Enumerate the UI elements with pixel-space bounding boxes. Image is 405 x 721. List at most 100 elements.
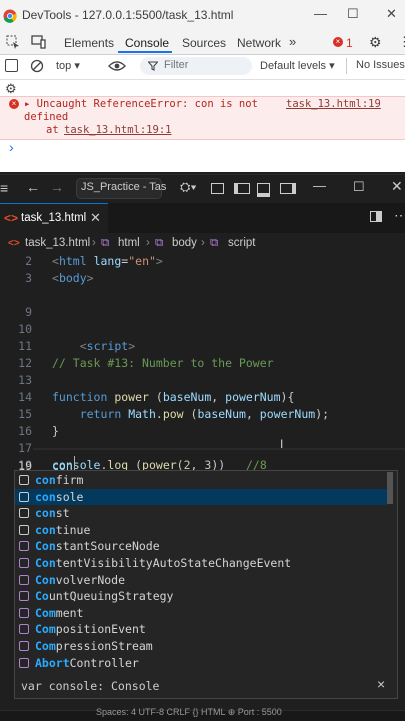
console-prompt[interactable]: ›	[9, 139, 14, 155]
suggestion-match: Con	[35, 539, 56, 554]
suggest-scrollbar[interactable]	[387, 472, 393, 504]
breadcrumb-file[interactable]: task_13.html	[25, 237, 90, 249]
editor-more-icon[interactable]: ⋯	[394, 207, 405, 224]
vscode-title-bar: ≡ ← → ⛭▾ — ☐ ✕	[0, 174, 405, 203]
line-number: 9	[25, 305, 32, 319]
console-toolbar: top ▾ Filter Default levels ▾ No Issues	[0, 55, 405, 80]
vscode-close-icon[interactable]: ✕	[391, 178, 403, 195]
log-levels-dropdown[interactable]: Default levels ▾	[260, 59, 335, 72]
stack-link[interactable]: task_13.html:19:1	[64, 124, 171, 136]
tab-task-13[interactable]: <> task_13.html ✕	[0, 203, 108, 234]
console-settings-icon[interactable]: ⚙	[5, 81, 17, 97]
variable-icon	[19, 541, 29, 552]
back-arrow-icon[interactable]: ←	[26, 179, 40, 195]
suggestion-rest: sole	[55, 489, 84, 504]
layout-icon[interactable]	[211, 183, 224, 194]
keyword-icon	[19, 475, 29, 485]
variable-icon	[19, 591, 29, 602]
suggestion-match: Com	[35, 639, 56, 653]
error-source-link[interactable]: task_13.html:19	[286, 98, 381, 110]
tab-sources[interactable]: Sources	[182, 36, 226, 50]
toggle-panel-icon[interactable]	[257, 183, 270, 197]
breadcrumb: <> task_13.html › ⧉ html › ⧉ body › ⧉ sc…	[0, 234, 405, 254]
suggestion-match: Abort	[35, 655, 70, 670]
suggestion-item[interactable]: ConvolverNode	[15, 572, 387, 589]
tab-network[interactable]: Network	[237, 36, 281, 50]
split-editor-icon[interactable]	[370, 211, 382, 222]
suggestion-match: con	[35, 506, 56, 521]
suggestion-item[interactable]: ConstantSourceNode	[15, 538, 387, 555]
suggest-widget: confirm console const continue ConstantSourc…	[14, 470, 398, 676]
suggestion-rest: st	[55, 506, 70, 521]
settings-gear-icon[interactable]: ⚙	[369, 34, 382, 51]
suggestion-item[interactable]: CountQueuingStrategy	[15, 588, 387, 605]
keyword-icon	[19, 491, 29, 502]
code-line: // Task #13: Number to the Power	[52, 356, 274, 370]
variable-icon	[19, 641, 29, 651]
code-line: }	[52, 424, 59, 438]
suggestion-label: CompositionEvent	[35, 622, 146, 636]
tab-close-icon[interactable]: ✕	[90, 210, 101, 226]
maximize-icon[interactable]: ☐	[347, 6, 359, 22]
variable-icon	[19, 558, 29, 568]
suggestion-label: ContentVisibilityAutoStateChangeEvent	[35, 556, 291, 570]
suggestion-rest: pressionStream	[55, 639, 153, 653]
filter-input[interactable]: Filter	[140, 57, 252, 75]
vscode-maximize-icon[interactable]: ☐	[353, 179, 365, 195]
more-options-icon[interactable]: ⋮	[398, 34, 405, 50]
toggle-primary-sidebar-icon[interactable]	[234, 183, 250, 194]
error-text[interactable]: ▸ Uncaught ReferenceError: con is not	[24, 98, 258, 110]
copilot-icon[interactable]: ⛭▾	[180, 179, 197, 195]
error-count[interactable]: 1	[346, 36, 353, 50]
suggestion-item[interactable]: AbortController	[15, 655, 387, 672]
suggestion-item[interactable]: CompressionStream	[15, 638, 387, 655]
suggestion-item[interactable]: const	[15, 505, 387, 522]
toolbar-divider	[346, 58, 347, 74]
suggestion-item[interactable]: confirm	[15, 472, 387, 489]
suggestion-rest: Controller	[69, 655, 139, 670]
breadcrumb-html[interactable]: html	[118, 237, 140, 249]
command-center-search[interactable]: JS_Practice - Tas	[76, 178, 166, 199]
suggestion-item[interactable]: continue	[15, 522, 387, 539]
suggestion-item[interactable]: console	[15, 488, 387, 506]
code-line: function power (baseNum, powerNum){	[52, 390, 295, 404]
suggestion-match: Com	[35, 622, 56, 637]
error-badge-icon[interactable]: ×	[333, 37, 343, 47]
vscode-minimize-icon[interactable]: —	[313, 178, 326, 193]
sidebar-toggle-icon[interactable]	[5, 59, 18, 72]
device-toolbar-icon[interactable]	[31, 35, 46, 49]
variable-icon	[19, 607, 29, 618]
breadcrumb-script[interactable]: script	[228, 237, 255, 249]
line-number: 11	[18, 339, 32, 353]
suggestion-label: AbortController	[35, 656, 139, 670]
suggestion-match: Co	[35, 589, 49, 604]
suggestion-rest: tentVisibilityAutoStateChangeEvent	[55, 556, 292, 570]
eye-icon[interactable]	[108, 60, 126, 72]
menu-icon[interactable]: ≡	[0, 180, 8, 196]
suggestion-rest: positionEvent	[55, 622, 146, 637]
breadcrumb-body[interactable]: body	[172, 237, 197, 249]
suggestion-item[interactable]: CompositionEvent	[15, 621, 387, 638]
minimize-icon[interactable]: —	[314, 6, 327, 21]
element-icon: ⧉	[101, 237, 110, 249]
inspect-element-icon[interactable]	[6, 35, 20, 49]
issues-counter[interactable]: No Issues	[356, 59, 405, 71]
suggestion-item[interactable]: ContentVisibilityAutoStateChangeEvent	[15, 555, 387, 572]
forward-arrow-icon[interactable]: →	[50, 179, 64, 195]
chevron-right-icon: ›	[146, 237, 150, 249]
suggestion-label: continue	[35, 523, 90, 537]
context-selector[interactable]: top ▾	[56, 59, 80, 72]
line-number: 15	[18, 407, 32, 421]
suggest-close-icon[interactable]: ×	[377, 676, 385, 692]
close-icon[interactable]: ✕	[386, 6, 397, 22]
tab-elements[interactable]: Elements	[64, 36, 114, 50]
keyword-icon	[19, 524, 29, 535]
variable-icon	[19, 574, 29, 585]
clear-console-icon[interactable]	[30, 59, 44, 73]
suggestion-match: Con	[35, 556, 56, 570]
tab-console[interactable]: Console	[125, 36, 169, 50]
more-tabs-icon[interactable]: »	[289, 34, 296, 49]
suggestion-item[interactable]: Comment	[15, 605, 387, 622]
devtools-panel-tabs: Elements Console Sources Network » × 1 ⚙…	[0, 32, 405, 55]
toggle-secondary-sidebar-icon[interactable]	[280, 183, 296, 194]
